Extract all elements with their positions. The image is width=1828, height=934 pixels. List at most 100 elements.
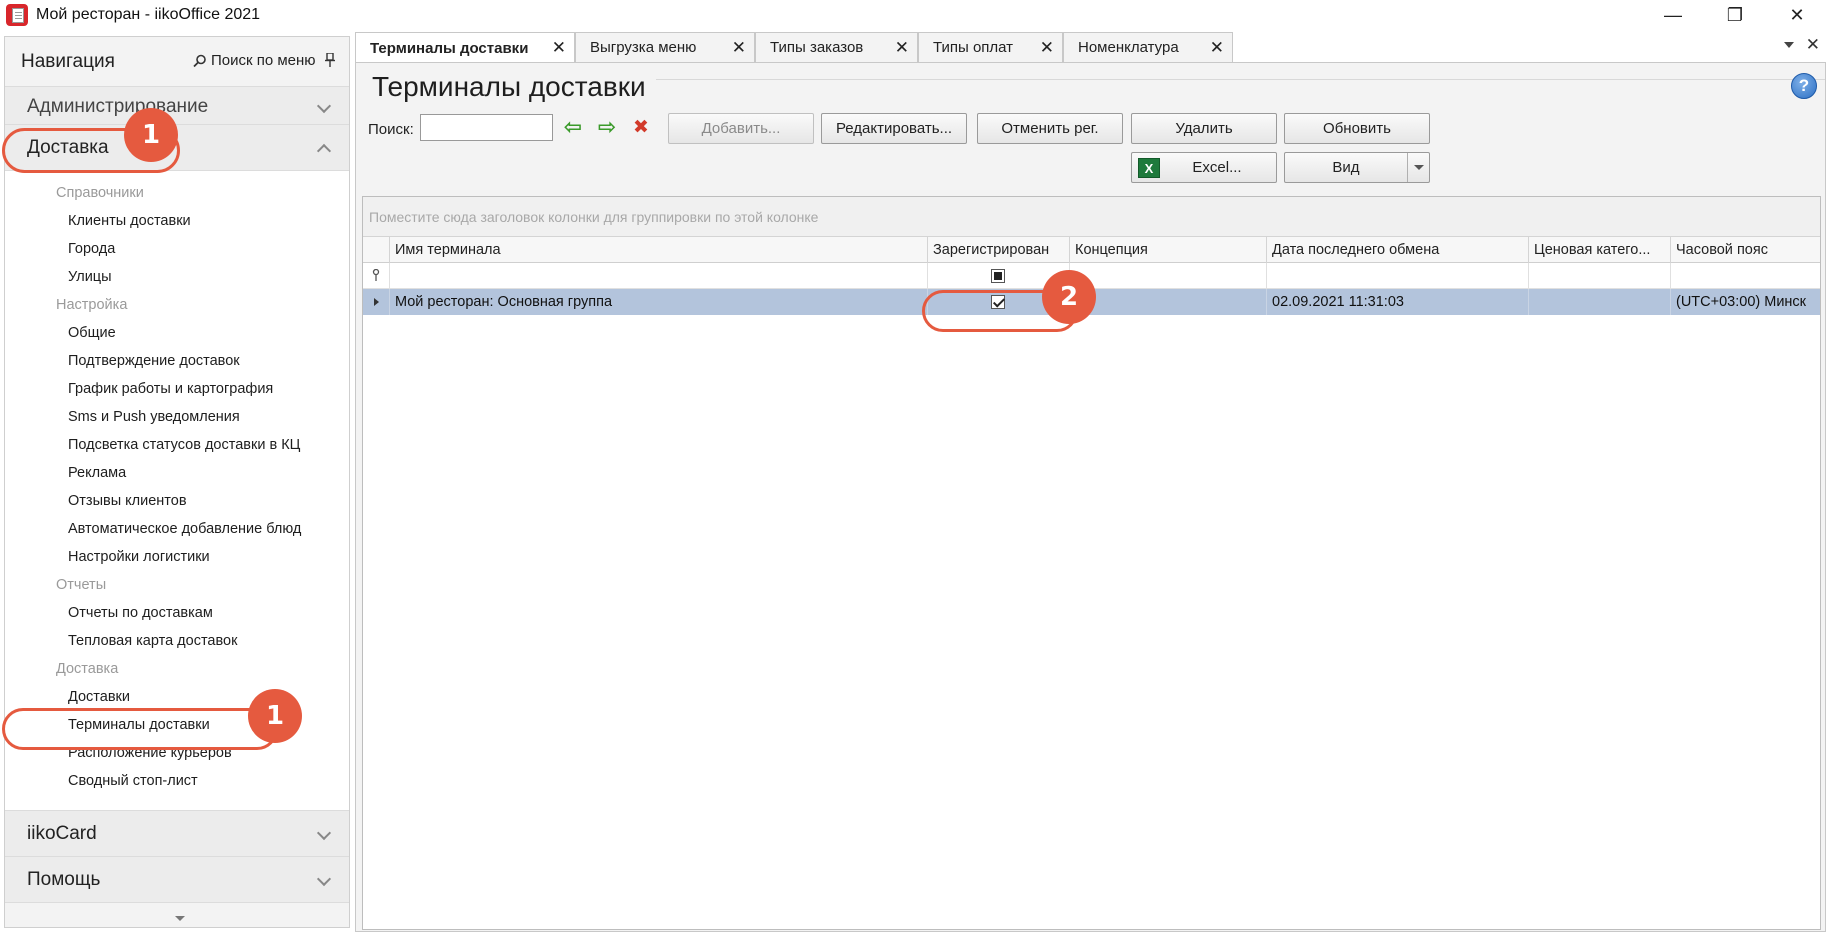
view-label: Вид [1332,159,1360,176]
menu-item-heatmap[interactable]: Тепловая карта доставок [5,627,349,655]
filter-timezone[interactable] [1670,263,1822,289]
menu-item-streets[interactable]: Улицы [5,263,349,291]
group-settings: Настройка [56,297,128,313]
menu-item-delivery-clients[interactable]: Клиенты доставки [5,207,349,235]
section-iikocard-label: iikoCard [27,822,97,844]
nav-search-link[interactable]: Поиск по меню [193,52,316,69]
menu-item-logistics-settings[interactable]: Настройки логистики [5,543,349,571]
filter-checkbox[interactable] [991,269,1005,283]
callout-badge: 2 [1042,270,1096,324]
chevron-down-icon [316,871,332,887]
content-panel: Терминалы доставки ? Поиск: ⇦ ⇨ ✖ Добави… [355,62,1826,932]
row-indicator[interactable] [363,289,389,315]
refresh-button[interactable]: Обновить [1284,113,1430,144]
menu-item-status-highlight[interactable]: Подсветка статусов доставки в КЦ [5,431,349,459]
help-icon[interactable]: ? [1791,73,1817,99]
search-input[interactable] [420,114,553,141]
menu-item-delivery-reports[interactable]: Отчеты по доставкам [5,599,349,627]
col-registered[interactable]: Зарегистрирован [927,237,1069,263]
filter-last-exchange[interactable] [1266,263,1528,289]
delete-button[interactable]: Удалить [1131,113,1277,144]
menu-item-stop-list[interactable]: Сводный стоп-лист [5,767,349,795]
cell-terminal-name[interactable]: Мой ресторан: Основная группа [389,289,927,315]
close-icon[interactable]: ✕ [552,38,566,58]
search-icon [193,54,206,67]
chevron-down-icon [316,825,332,841]
close-window-button[interactable]: ✕ [1766,0,1828,30]
nav-scroll-down-icon[interactable] [175,916,185,921]
cell-last-exchange[interactable]: 02.09.2021 11:31:03 [1266,289,1528,315]
menu-item-sms-push[interactable]: Sms и Push уведомления [5,403,349,431]
page-title: Терминалы доставки [372,71,646,102]
tab-label: Типы заказов [770,39,864,56]
menu-item-delivery-confirmation[interactable]: Подтверждение доставок [5,347,349,375]
menu-item-schedule-mapping[interactable]: График работы и картография [5,375,349,403]
close-icon[interactable]: ✕ [895,38,909,58]
tab-label: Номенклатура [1078,39,1179,56]
chevron-down-icon [316,98,332,114]
nav-title: Навигация [21,50,115,72]
col-terminal-name[interactable]: Имя терминала [389,237,927,263]
nav-header: Навигация Поиск по меню [5,37,349,87]
group-by-hint[interactable]: Поместите сюда заголовок колонки для гру… [363,197,1820,237]
close-all-tabs-icon[interactable]: ✕ [1806,35,1820,55]
group-delivery: Доставка [56,661,119,677]
menu-item-advertising[interactable]: Реклама [5,459,349,487]
menu-item-cities[interactable]: Города [5,235,349,263]
tab-order-types[interactable]: Типы заказов ✕ [755,32,918,62]
search-clear-icon[interactable]: ✖ [628,116,654,138]
edit-button[interactable]: Редактировать... [821,113,967,144]
window-title: Мой ресторан - iikoOffice 2021 [36,6,261,23]
cell-price-category[interactable] [1528,289,1670,315]
menu-item-general[interactable]: Общие [5,319,349,347]
filter-terminal-name[interactable] [389,263,927,289]
tab-payment-types[interactable]: Типы оплат ✕ [918,32,1063,62]
search-next-icon[interactable]: ⇨ [594,114,620,139]
tab-list-dropdown-icon[interactable] [1784,42,1794,48]
group-references: Справочники [56,185,144,201]
col-price-category[interactable]: Ценовая катего... [1528,237,1670,263]
pin-icon[interactable] [325,52,335,70]
section-help-label: Помощь [27,868,101,890]
callout-ring-terminals-item [2,708,278,750]
col-concept[interactable]: Концепция [1069,237,1266,263]
close-icon[interactable]: ✕ [1040,38,1054,58]
add-button[interactable]: Добавить... [668,113,814,144]
chevron-up-icon [316,143,332,159]
filter-concept[interactable] [1069,263,1266,289]
excel-label: Excel... [1192,159,1242,176]
col-last-exchange[interactable]: Дата последнего обмена [1266,237,1528,263]
col-timezone[interactable]: Часовой пояс [1670,237,1822,263]
callout-badge: 1 [124,108,178,162]
filter-price-category[interactable] [1528,263,1670,289]
minimize-button[interactable]: — [1642,0,1704,30]
cell-timezone[interactable]: (UTC+03:00) Минск [1670,289,1822,315]
section-help[interactable]: Помощь [5,857,349,903]
chevron-down-icon[interactable] [1407,153,1429,182]
menu-item-customer-reviews[interactable]: Отзывы клиентов [5,487,349,515]
tab-menu-export[interactable]: Выгрузка меню ✕ [575,32,755,62]
callout-badge: 1 [248,689,302,743]
close-icon[interactable]: ✕ [1210,38,1224,58]
tab-nomenclature[interactable]: Номенклатура ✕ [1063,32,1233,62]
tab-label: Терминалы доставки [370,39,529,57]
grid-header: Имя терминала Зарегистрирован Концепция … [363,237,1820,263]
tab-label: Выгрузка меню [590,39,697,56]
nav-search-label: Поиск по меню [211,52,316,69]
menu-item-auto-add-dishes[interactable]: Автоматическое добавление блюд [5,515,349,543]
tab-label: Типы оплат [933,39,1014,56]
section-administration[interactable]: Администрирование [5,87,349,125]
tab-delivery-terminals[interactable]: Терминалы доставки ✕ [355,32,575,63]
section-iikocard[interactable]: iikoCard [5,811,349,857]
search-prev-icon[interactable]: ⇦ [560,114,586,139]
view-button[interactable]: Вид [1284,152,1430,183]
app-icon [6,4,28,26]
group-reports: Отчеты [56,577,107,593]
cell-concept[interactable] [1069,289,1266,315]
close-icon[interactable]: ✕ [732,38,746,58]
excel-button[interactable]: X Excel... [1131,152,1277,183]
section-administration-label: Администрирование [27,96,209,117]
restore-button[interactable]: ❐ [1704,0,1766,30]
unregister-button[interactable]: Отменить рег. [977,113,1123,144]
title-divider [656,79,1825,80]
